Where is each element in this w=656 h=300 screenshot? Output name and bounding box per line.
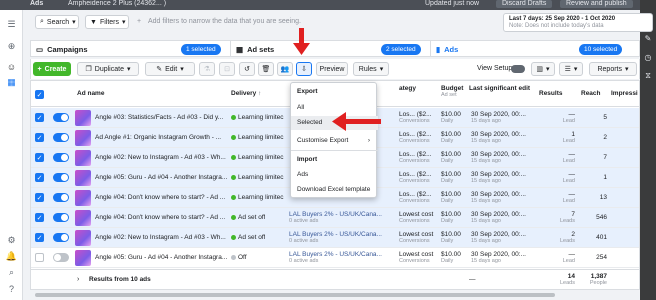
annotation-layer <box>293 28 381 131</box>
arrow-left-to-selected-icon <box>332 112 381 131</box>
horizontal-scrollbar[interactable] <box>30 292 640 298</box>
arrow-down-to-export-icon <box>293 28 310 55</box>
scroll-thumb[interactable] <box>35 293 555 297</box>
